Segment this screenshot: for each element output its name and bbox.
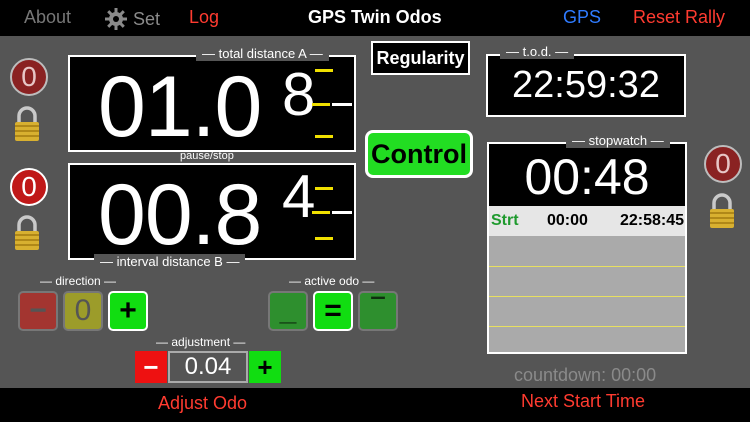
pause-stop-label[interactable]: pause/stop bbox=[180, 150, 234, 162]
lock-icon[interactable] bbox=[709, 193, 735, 229]
tick-mark bbox=[332, 103, 352, 106]
direction-label: — direction — bbox=[40, 274, 117, 288]
regularity-button[interactable]: Regularity bbox=[371, 41, 470, 75]
odo-b-display[interactable]: 00.8 4 bbox=[68, 163, 356, 260]
gear-icon bbox=[105, 8, 127, 30]
gps-button[interactable]: GPS bbox=[563, 7, 601, 28]
top-bar: About Set Log GPS Twin Odos GPS Reset Ra… bbox=[0, 0, 750, 36]
control-button[interactable]: Control bbox=[365, 130, 473, 178]
stopwatch-row: Strt 00:00 22:58:45 bbox=[489, 206, 685, 236]
stopwatch-start-button[interactable]: Strt bbox=[491, 212, 519, 230]
tick-mark bbox=[315, 237, 333, 240]
about-button[interactable]: About bbox=[24, 7, 71, 28]
bottom-bar: Adjust Odo Next Start Time bbox=[0, 388, 750, 422]
stopwatch-label: — stopwatch — bbox=[566, 133, 670, 148]
odo-a-label: — total distance A — bbox=[196, 46, 329, 61]
stopwatch-start-time: 22:58:45 bbox=[620, 212, 685, 229]
direction-plus-button[interactable]: + bbox=[108, 291, 148, 331]
odo-a-value: 01.0 bbox=[98, 59, 262, 152]
next-start-time-button[interactable]: Next Start Time bbox=[521, 391, 645, 412]
zero-stopwatch-button[interactable]: 0 bbox=[704, 145, 742, 183]
active-odo-both-button[interactable]: = bbox=[313, 291, 353, 331]
tick-mark bbox=[312, 103, 330, 106]
divider bbox=[489, 296, 685, 297]
odo-b-label-text: interval distance B bbox=[116, 254, 223, 269]
log-button[interactable]: Log bbox=[189, 7, 219, 28]
odo-b-label: — interval distance B — bbox=[94, 254, 246, 269]
tod-display: 22:59:32 bbox=[486, 54, 686, 117]
lock-icon[interactable] bbox=[14, 215, 40, 251]
adjustment-value[interactable]: 0.04 bbox=[168, 351, 248, 383]
countdown-label: countdown: 00:00 bbox=[514, 365, 657, 385]
adjustment-minus-button[interactable]: − bbox=[135, 351, 167, 383]
settings-button[interactable]: Set bbox=[104, 7, 160, 31]
adjustment-label: — adjustment — bbox=[156, 335, 246, 349]
stopwatch-panel[interactable]: 00:48 Strt 00:00 22:58:45 bbox=[487, 142, 687, 354]
odo-b-value: 00.8 bbox=[98, 167, 262, 260]
adjustment-plus-button[interactable]: + bbox=[249, 351, 281, 383]
stopwatch-elapsed: 00:00 bbox=[547, 212, 588, 229]
settings-label: Set bbox=[133, 8, 161, 29]
tick-mark bbox=[312, 211, 330, 214]
divider bbox=[489, 326, 685, 327]
tod-value: 22:59:32 bbox=[512, 64, 660, 106]
tod-label-text: t.o.d. bbox=[522, 44, 552, 59]
divider bbox=[489, 266, 685, 267]
adjust-odo-button[interactable]: Adjust Odo bbox=[158, 393, 247, 414]
tick-mark bbox=[332, 211, 352, 214]
direction-minus-button[interactable]: − bbox=[18, 291, 58, 331]
odo-b-rolling-digit: 4 bbox=[282, 163, 316, 230]
odo-a-label-text: total distance A bbox=[218, 46, 307, 61]
stopwatch-label-text: stopwatch bbox=[588, 133, 648, 148]
zero-odo-b-button[interactable]: 0 bbox=[10, 168, 48, 206]
direction-zero-button[interactable]: 0 bbox=[63, 291, 103, 331]
app-title: GPS Twin Odos bbox=[308, 7, 442, 27]
lock-icon[interactable] bbox=[14, 106, 40, 142]
active-odo-label-text: active odo bbox=[304, 274, 360, 288]
zero-odo-a-button[interactable]: 0 bbox=[10, 58, 48, 96]
tod-label: — t.o.d. — bbox=[500, 44, 575, 59]
adjustment-label-text: adjustment bbox=[171, 335, 231, 349]
reset-rally-button[interactable]: Reset Rally bbox=[633, 7, 725, 28]
stopwatch-lap-list[interactable] bbox=[489, 236, 685, 352]
active-odo-b-button[interactable]: ‾ bbox=[358, 291, 398, 331]
odo-a-display[interactable]: 01.0 8 bbox=[68, 55, 356, 152]
active-odo-label: — active odo — bbox=[289, 274, 375, 288]
odo-a-rolling-digit: 8 bbox=[282, 61, 316, 128]
stopwatch-value: 00:48 bbox=[524, 149, 650, 205]
active-odo-a-button[interactable]: _ bbox=[268, 291, 308, 331]
tick-mark bbox=[315, 69, 333, 72]
tick-mark bbox=[315, 135, 333, 138]
direction-label-text: direction bbox=[55, 274, 101, 288]
tick-mark bbox=[315, 187, 333, 190]
